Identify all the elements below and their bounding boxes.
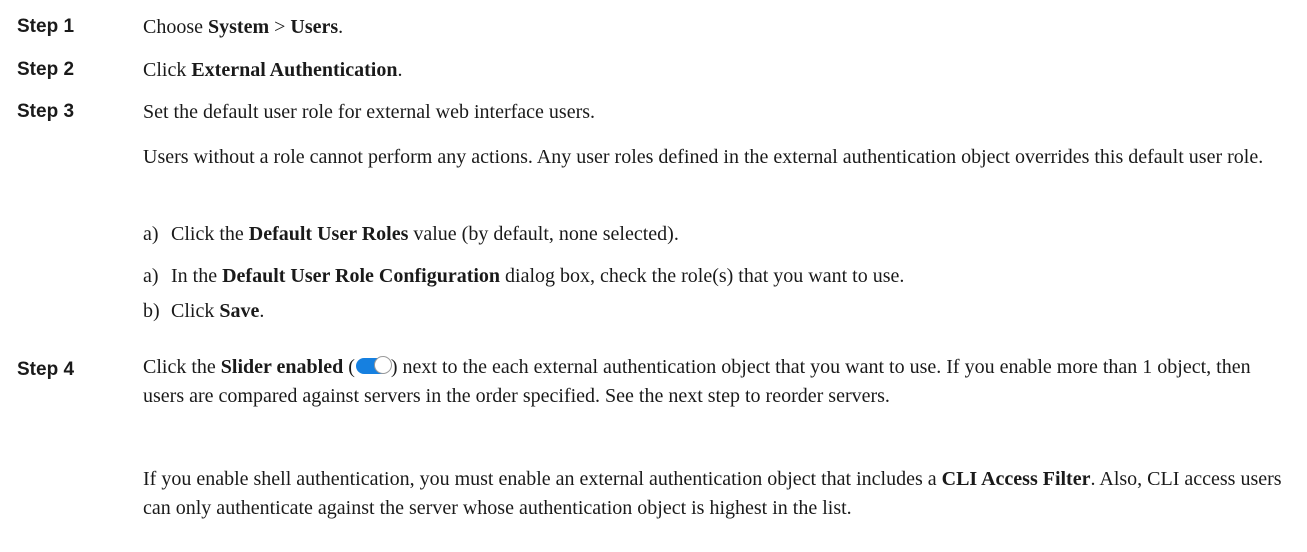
step-4-text: Click the Slider enabled () next to the …	[143, 356, 1251, 407]
step-3-text: Set the default user role for external w…	[143, 101, 596, 123]
step-2-label: Step 2	[17, 59, 75, 80]
step-3-label: Step 3	[17, 101, 75, 122]
step-1-text: Choose System > Users.	[143, 16, 344, 38]
step-4-note: If you enable shell authentication, you …	[143, 468, 1282, 519]
substep-a-1: a) Click the Default User Roles value (b…	[143, 223, 679, 245]
substep-b: b) Click Save.	[143, 300, 265, 322]
toggle-switch-on-icon	[355, 356, 392, 374]
step-4-label: Step 4	[17, 359, 75, 380]
step-2-text: Click External Authentication.	[143, 59, 403, 81]
toggle-knob	[373, 356, 392, 374]
step-1-label: Step 1	[17, 16, 75, 37]
substep-a-2: a) In the Default User Role Configuratio…	[143, 265, 905, 287]
step-3-note: Users without a role cannot perform any …	[143, 146, 1264, 168]
